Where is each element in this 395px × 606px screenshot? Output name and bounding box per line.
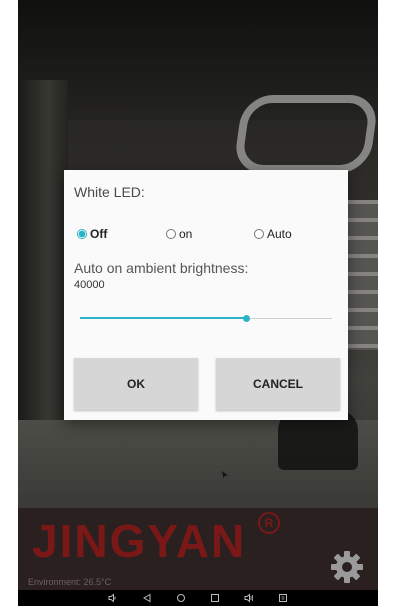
white-led-dialog: White LED: Off on Auto Auto on ambient b… [64,170,348,420]
radio-on-label: on [179,227,193,241]
home-icon[interactable] [175,592,187,604]
radio-auto-label: Auto [267,227,292,241]
radio-auto[interactable]: Auto [254,226,292,242]
ambient-brightness-value: 40000 [74,279,105,291]
radio-checked-icon [77,229,87,239]
ambient-brightness-label: Auto on ambient brightness: [74,260,249,276]
dialog-title: White LED: [74,184,145,200]
recents-icon[interactable] [209,592,221,604]
brand-bar: JINGYAN R Environment: 26.5°C [18,508,378,590]
system-navigation-bar [18,590,378,606]
volume-up-icon[interactable] [243,592,255,604]
ok-button[interactable]: OK [74,358,198,410]
device-screen: White LED: Off on Auto Auto on ambient b… [18,0,378,606]
radio-off[interactable]: Off [77,226,107,242]
ambient-brightness-slider[interactable] [80,312,332,326]
registered-mark-icon: R [258,512,280,534]
led-mode-radio-group: Off on Auto [74,226,344,242]
slider-fill [80,317,246,319]
screenshot-icon[interactable] [277,592,289,604]
radio-off-label: Off [90,227,108,241]
brand-logo: JINGYAN [32,515,247,567]
radio-unchecked-icon [254,229,264,239]
back-icon[interactable] [141,592,153,604]
slider-thumb[interactable] [243,315,250,322]
volume-down-icon[interactable] [107,592,119,604]
radio-unchecked-icon [166,229,176,239]
radio-on[interactable]: on [166,226,192,242]
environment-temperature: Environment: 26.5°C [28,577,112,587]
cancel-button[interactable]: CANCEL [216,358,340,410]
gear-icon[interactable] [330,550,364,584]
